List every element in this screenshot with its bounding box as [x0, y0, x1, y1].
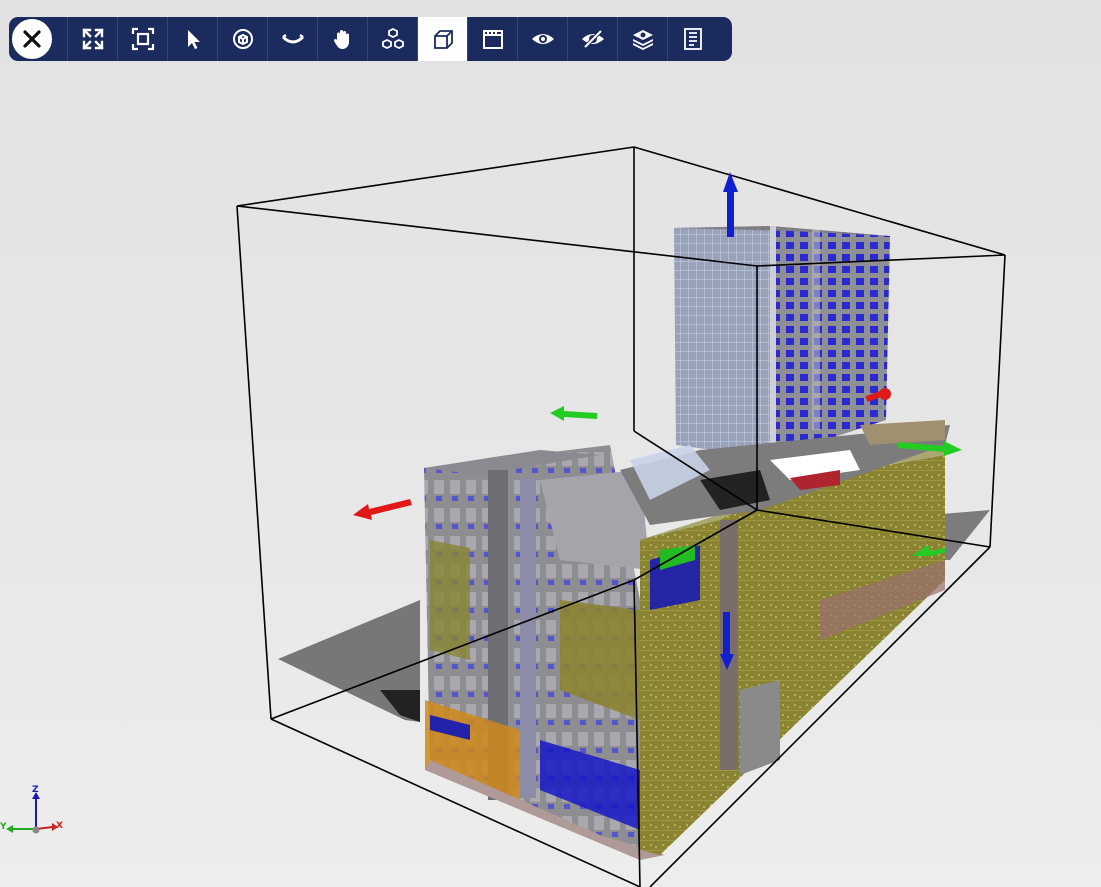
axis-y-label: Y [0, 822, 7, 832]
viewer-toolbar [9, 17, 732, 61]
pan-hand-icon [333, 30, 349, 49]
axis-x-label: X [56, 821, 63, 831]
section-plane-button[interactable] [467, 17, 517, 61]
gizmo-left-green-arrow[interactable] [550, 406, 597, 421]
layers-button[interactable] [617, 17, 667, 61]
pan-button[interactable] [317, 17, 367, 61]
fullscreen-button[interactable] [67, 17, 117, 61]
properties-icon [683, 28, 702, 50]
layers-icon [632, 30, 653, 50]
fit-view-icon [131, 27, 154, 51]
section-plane-icon [482, 30, 503, 49]
look-around-button[interactable] [267, 17, 317, 61]
axis-triad: Z Y X [0, 785, 70, 840]
explode-icon [381, 27, 404, 50]
3d-viewport[interactable] [0, 0, 1101, 887]
section-box-icon [433, 30, 453, 49]
hide-icon [581, 29, 604, 49]
close-button[interactable] [10, 17, 54, 61]
gizmo-left-red-arrow[interactable] [353, 499, 412, 520]
properties-button[interactable] [667, 17, 717, 61]
explode-button[interactable] [367, 17, 417, 61]
axis-z-label: Z [32, 785, 39, 795]
orbit-button[interactable] [217, 17, 267, 61]
fit-view-button[interactable] [117, 17, 167, 61]
select-button[interactable] [167, 17, 217, 61]
hide-button[interactable] [567, 17, 617, 61]
show-icon [531, 34, 554, 44]
close-icon [23, 30, 41, 48]
look-around-icon [281, 33, 304, 44]
fullscreen-icon [81, 28, 104, 50]
orbit-icon [232, 29, 253, 49]
show-button[interactable] [517, 17, 567, 61]
podium-model [424, 445, 665, 860]
select-pointer-icon [187, 30, 200, 49]
section-box-button[interactable] [417, 17, 467, 61]
